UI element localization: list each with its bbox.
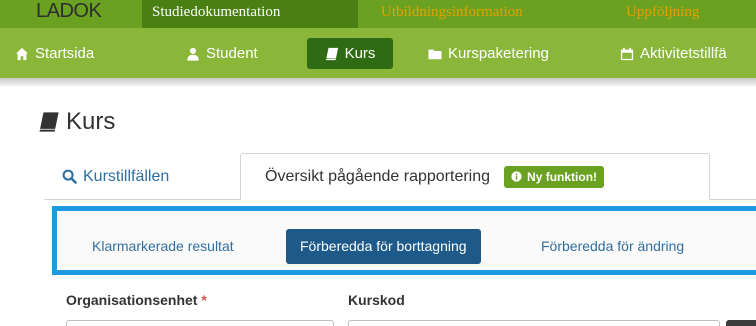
top-tab-studiedokumentation[interactable]: Studiedokumentation [142, 0, 358, 28]
tab-oversikt-pagaende-rapportering[interactable]: Översikt pågående rapportering Ny funkti… [240, 153, 710, 200]
nav-item-startsida[interactable]: Startsida [15, 38, 94, 69]
page-title-text: Kurs [66, 108, 116, 135]
book-icon [39, 112, 59, 132]
nav-shadow [0, 78, 756, 86]
logo-text: LADOK [36, 0, 102, 22]
folder-icon [428, 49, 442, 59]
tab-label: Översikt pågående rapportering [265, 167, 491, 185]
search-button[interactable] [726, 320, 756, 326]
user-icon [187, 47, 199, 61]
subtab-highlight-box: Klarmarkerade resultat Förberedda för bo… [52, 206, 756, 275]
new-feature-badge-text: Ny funktion! [527, 169, 598, 184]
nav-item-label: Kurspaketering [448, 45, 549, 62]
top-tab-label: Uppföljning [626, 4, 700, 20]
main-nav: Startsida Student Kurs Kurspaketering Ak… [0, 28, 756, 78]
organisationsenhet-label: Organisationsenhet * [66, 292, 207, 308]
kurskod-label-text: Kurskod [348, 292, 405, 308]
subtab-label: Klarmarkerade resultat [92, 238, 234, 254]
subtab-forberedda-for-andring[interactable]: Förberedda för ändring [541, 229, 684, 264]
subtab-klarmarkerade-resultat[interactable]: Klarmarkerade resultat [92, 229, 234, 264]
nav-item-student[interactable]: Student [186, 38, 258, 69]
required-mark: * [201, 292, 207, 308]
book-icon [325, 47, 338, 60]
nav-item-label: Startsida [35, 45, 95, 62]
organisationsenhet-select[interactable] [66, 320, 334, 326]
top-tab-label: Utbildningsinformation [381, 4, 523, 20]
kurskod-input[interactable] [348, 320, 720, 326]
calendar-icon [620, 47, 634, 60]
nav-item-label: Kurs [344, 45, 376, 62]
top-tab-label: Studiedokumentation [152, 4, 281, 20]
subtab-label: Förberedda för borttagning [300, 238, 467, 254]
nav-item-label: Student [206, 45, 258, 62]
top-bar: LADOK Studiedokumentation Utbildningsinf… [0, 0, 756, 28]
nav-item-kurs[interactable]: Kurs [307, 38, 393, 69]
nav-item-label: Aktivitetstillfä [640, 45, 727, 62]
subtab-forberedda-for-borttagning[interactable]: Förberedda för borttagning [286, 229, 481, 264]
nav-item-kurspaketering[interactable]: Kurspaketering [428, 38, 549, 69]
subtab-label: Förberedda för ändring [541, 238, 685, 254]
top-tab-uppfoljning[interactable]: Uppföljning [616, 0, 709, 28]
new-feature-badge: Ny funktion! [504, 165, 605, 188]
top-tab-utbildningsinformation[interactable]: Utbildningsinformation [371, 0, 533, 28]
home-icon [15, 47, 29, 60]
ladok-logo[interactable]: LADOK [36, 0, 130, 28]
organisationsenhet-label-text: Organisationsenhet [66, 292, 198, 308]
info-icon [511, 171, 522, 182]
page-title: Kurs [38, 108, 115, 136]
tab-label: Kurstillfällen [83, 167, 170, 185]
kurskod-label: Kurskod [348, 292, 405, 308]
search-icon [62, 169, 77, 184]
tab-kurstillfallen[interactable]: Kurstillfällen [62, 153, 169, 200]
nav-item-aktivitetstillfallen[interactable]: Aktivitetstillfä [620, 38, 727, 69]
